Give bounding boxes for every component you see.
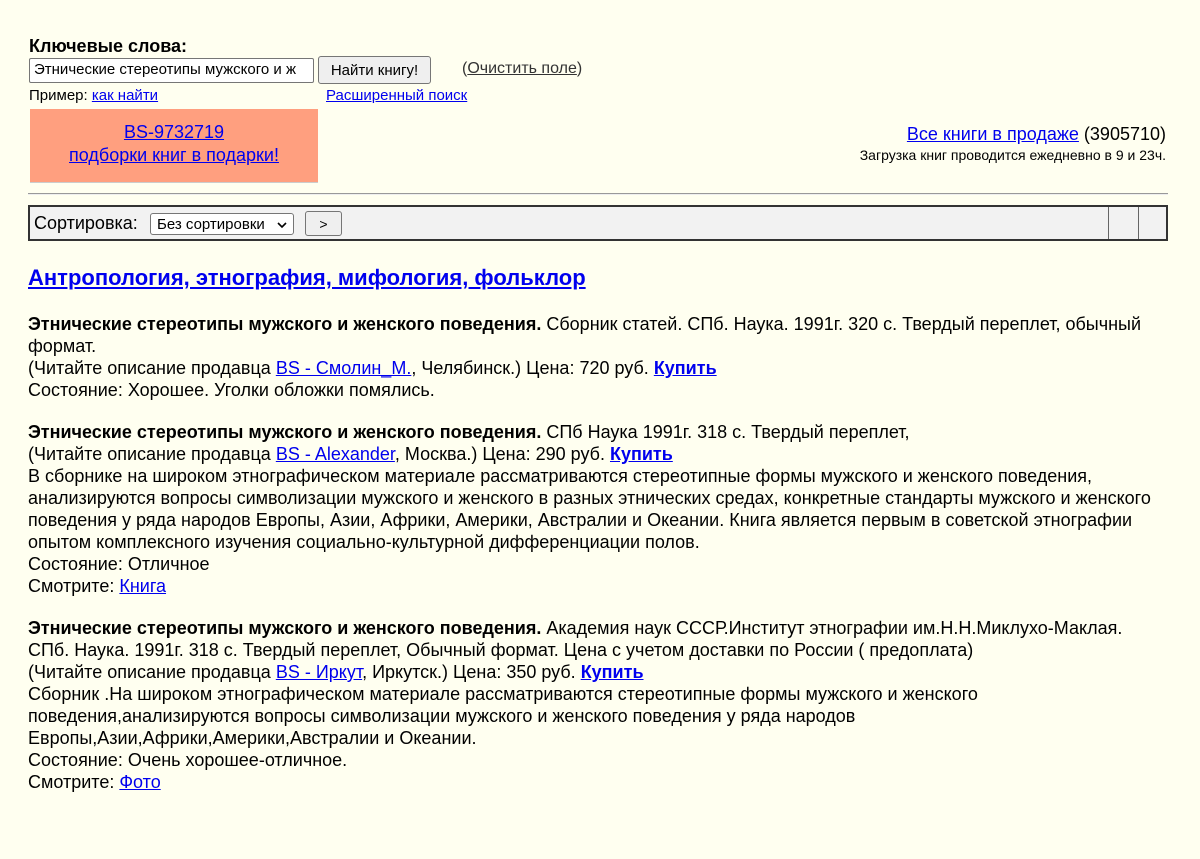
seller-suffix: , Иркутск.) Цена: 350 руб.	[362, 662, 581, 682]
find-book-button[interactable]: Найти книгу!	[318, 56, 431, 84]
seller-link[interactable]: BS - Alexander	[276, 444, 395, 464]
listing-seller-line: (Читайте описание продавца BS - Иркут, И…	[28, 661, 1168, 683]
seller-suffix: , Челябинск.) Цена: 720 руб.	[411, 358, 654, 378]
listing-see-line: Смотрите: Книга	[28, 575, 1168, 597]
sort-bar: Сортировка: Без сортировки >	[28, 205, 1168, 241]
listing-description-line: Сборник .На широком этнографическом мате…	[28, 684, 978, 704]
how-to-find-link[interactable]: как найти	[92, 87, 158, 104]
promo-gift-link[interactable]: подборки книг в подарки!	[30, 144, 318, 167]
all-books-count: (3905710)	[1078, 124, 1166, 144]
load-info-text: Загрузка книг проводится ежедневно в 9 и…	[859, 147, 1166, 163]
listing-item: Этнические стереотипы мужского и женског…	[28, 313, 1168, 401]
sort-label: Сортировка:	[34, 213, 138, 233]
clear-close-paren: )	[576, 60, 583, 77]
promo-code-link[interactable]: BS-9732719	[30, 121, 318, 144]
chevron-down-icon	[277, 216, 287, 233]
buy-link[interactable]: Купить	[581, 662, 644, 682]
see-photo-link[interactable]: Фото	[119, 772, 160, 792]
see-book-link[interactable]: Книга	[119, 576, 166, 596]
all-books-link[interactable]: Все книги в продаже	[907, 124, 1079, 144]
all-books-line: Все книги в продаже (3905710)	[907, 124, 1166, 145]
listing-heading: Этнические стереотипы мужского и женског…	[28, 617, 1168, 661]
buy-link[interactable]: Купить	[654, 358, 717, 378]
example-line: Пример: как найти	[29, 87, 158, 104]
seller-link[interactable]: BS - Иркут	[276, 662, 362, 682]
see-prefix: Смотрите:	[28, 772, 120, 792]
keywords-label: Ключевые слова:	[29, 36, 188, 56]
search-input[interactable]: Этнические стереотипы мужского и ж	[29, 58, 314, 83]
listing-description: В сборнике на широком этнографическом ма…	[28, 466, 1151, 552]
sort-select[interactable]: Без сортировки	[150, 213, 294, 235]
listing-details: СПб Наука 1991г. 318 с. Твердый переплет…	[541, 422, 910, 442]
see-prefix: Смотрите:	[28, 576, 120, 596]
listing-item: Этнические стереотипы мужского и женског…	[28, 617, 1168, 793]
buy-link[interactable]: Купить	[610, 444, 673, 464]
seller-prefix: (Читайте описание продавца	[28, 662, 276, 682]
listing-title: Этнические стереотипы мужского и женског…	[28, 422, 542, 442]
seller-prefix: (Читайте описание продавца	[28, 444, 276, 464]
section-title-link[interactable]: Антропология, этнография, мифология, фол…	[28, 265, 586, 291]
sort-go-button[interactable]: >	[305, 211, 342, 236]
listing-state: Состояние: Очень хорошее-отличное.	[28, 750, 348, 770]
listing-seller-line: (Читайте описание продавца BS - Смолин_М…	[28, 357, 1168, 379]
divider	[28, 193, 1168, 195]
advanced-search-link[interactable]: Расширенный поиск	[326, 87, 467, 104]
seller-prefix: (Читайте описание продавца	[28, 358, 276, 378]
sort-bar-cell	[1108, 207, 1139, 239]
listing-description-line: поведения,анализируются вопросы символиз…	[28, 706, 856, 726]
listing-state: Состояние: Хорошее. Уголки обложки помял…	[28, 380, 435, 400]
listing-description-line: Европы,Азии,Африки,Америки,Австралии и О…	[28, 728, 477, 748]
listing-heading: Этнические стереотипы мужского и женског…	[28, 313, 1168, 357]
listing-heading: Этнические стереотипы мужского и женског…	[28, 421, 1168, 443]
promo-banner: BS-9732719 подборки книг в подарки!	[30, 109, 318, 183]
listing-title: Этнические стереотипы мужского и женског…	[28, 618, 542, 638]
listing-title: Этнические стереотипы мужского и женског…	[28, 314, 542, 334]
listing-seller-line: (Читайте описание продавца BS - Alexande…	[28, 443, 1168, 465]
example-prefix: Пример:	[29, 87, 92, 104]
seller-link[interactable]: BS - Смолин_М.	[276, 358, 412, 378]
clear-field-link[interactable]: Очистить поле	[467, 60, 577, 77]
seller-suffix: , Москва.) Цена: 290 руб.	[394, 444, 610, 464]
sort-bar-cell	[1138, 207, 1166, 239]
listing-item: Этнические стереотипы мужского и женског…	[28, 421, 1168, 597]
sort-selected-value: Без сортировки	[157, 215, 265, 233]
listing-see-line: Смотрите: Фото	[28, 771, 1168, 793]
clear-field-wrap: (Очистить поле)	[462, 60, 582, 78]
listing-state: Состояние: Отличное	[28, 554, 210, 574]
